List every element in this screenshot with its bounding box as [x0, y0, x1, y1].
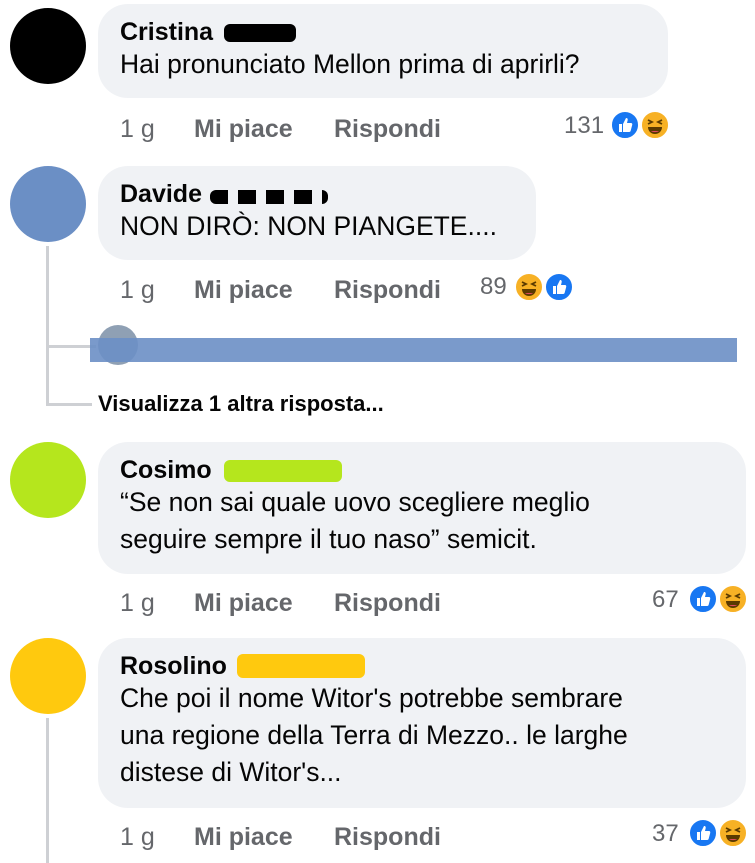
like-reaction-icon — [688, 584, 718, 614]
like-reaction-icon — [610, 110, 640, 140]
comment-author[interactable]: Cosimo — [120, 456, 212, 484]
comment-author[interactable]: Cristina — [120, 18, 213, 46]
comment-author[interactable]: Rosolino — [120, 652, 227, 680]
comment-text-line: Che poi il nome Witor's potrebbe sembrar… — [120, 683, 623, 713]
comment-text-line: seguire sempre il tuo naso” semicit. — [120, 524, 537, 554]
reaction-count[interactable]: 89 — [480, 272, 507, 302]
comment-text-line: distese di Witor's... — [120, 757, 342, 787]
redacted-surname — [210, 190, 329, 204]
thread-branch — [46, 403, 92, 406]
avatar[interactable] — [10, 442, 86, 518]
haha-reaction-icon — [718, 818, 748, 848]
comment-text: NON DIRÒ: NON PIANGETE.... — [120, 211, 497, 241]
comment-time[interactable]: 1 g — [120, 822, 155, 852]
comment-bubble: Davide NON DIRÒ: NON PIANGETE.... — [98, 166, 536, 260]
comment-time[interactable]: 1 g — [120, 114, 155, 144]
thread-branch — [46, 390, 49, 404]
reaction-count[interactable]: 67 — [652, 585, 679, 615]
reaction-count[interactable]: 131 — [564, 111, 604, 141]
comment-bubble: Rosolino Che poi il nome Witor's potrebb… — [98, 638, 746, 808]
like-button[interactable]: Mi piace — [194, 822, 293, 852]
redacted-reply — [90, 338, 737, 362]
reply-button[interactable]: Rispondi — [334, 275, 441, 305]
haha-reaction-icon — [640, 110, 670, 140]
view-more-replies-link[interactable]: Visualizza 1 altra risposta... — [98, 390, 384, 418]
like-button[interactable]: Mi piace — [194, 275, 293, 305]
haha-reaction-icon — [718, 584, 748, 614]
reply-button[interactable]: Rispondi — [334, 588, 441, 618]
comment-text-line: una regione della Terra di Mezzo.. le la… — [120, 720, 628, 750]
comment-author[interactable]: Davide — [120, 180, 202, 208]
thread-line — [46, 718, 49, 863]
comment-bubble: Cristina Hai pronunciato Mellon prima di… — [98, 4, 668, 98]
comment-time[interactable]: 1 g — [120, 275, 155, 305]
comment-text-line: “Se non sai quale uovo scegliere meglio — [120, 487, 590, 517]
redacted-surname — [237, 654, 366, 678]
like-reaction-icon — [544, 272, 574, 302]
redacted-surname — [223, 24, 296, 42]
like-reaction-icon — [688, 818, 718, 848]
comment-bubble: Cosimo “Se non sai quale uovo scegliere … — [98, 442, 746, 574]
redacted-surname — [224, 460, 343, 482]
comment-time[interactable]: 1 g — [120, 588, 155, 618]
like-button[interactable]: Mi piace — [194, 114, 293, 144]
like-button[interactable]: Mi piace — [194, 588, 293, 618]
thread-branch — [46, 345, 96, 348]
thread-line — [46, 246, 49, 392]
reaction-count[interactable]: 37 — [652, 819, 679, 849]
reply-button[interactable]: Rispondi — [334, 114, 441, 144]
avatar[interactable] — [10, 638, 86, 714]
haha-reaction-icon — [514, 272, 544, 302]
avatar[interactable] — [10, 166, 86, 242]
comment-text: Hai pronunciato Mellon prima di aprirli? — [120, 49, 580, 79]
reply-button[interactable]: Rispondi — [334, 822, 441, 852]
avatar[interactable] — [10, 8, 86, 84]
